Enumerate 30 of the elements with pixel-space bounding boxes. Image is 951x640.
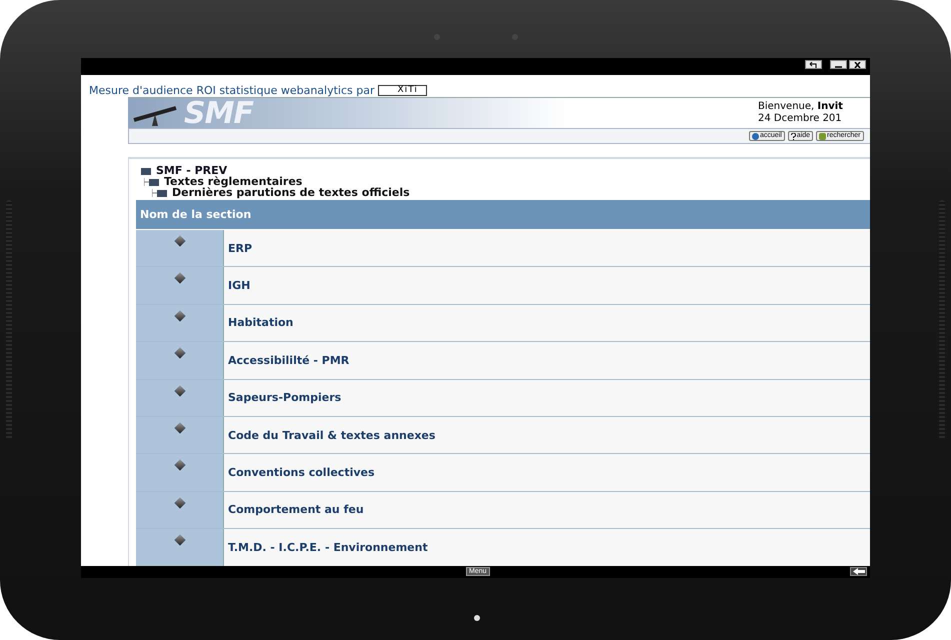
section-link[interactable]: Comportement au feu (228, 503, 364, 516)
date-text: 24 Dcembre 201 (758, 113, 843, 125)
back-button[interactable] (805, 60, 822, 69)
section-link[interactable]: ERP (228, 242, 252, 255)
return-arrow-icon (809, 62, 818, 68)
section-link[interactable]: Sapeurs-Pompiers (228, 391, 342, 404)
welcome-text: Bienvenue, Invit (758, 101, 843, 113)
help-icon (790, 132, 796, 140)
folder-icon (152, 188, 168, 196)
xiti-badge[interactable]: XiTi (378, 85, 427, 96)
section-link[interactable]: Accessibililté - PMR (228, 354, 350, 367)
breadcrumb-link[interactable]: SMF - PREV (156, 164, 228, 177)
minimize-button[interactable] (830, 60, 847, 69)
close-icon (854, 62, 861, 68)
section-link[interactable]: IGH (228, 279, 250, 292)
section-link[interactable]: Code du Travail & textes annexes (228, 428, 436, 442)
section-link[interactable]: Conventions collectives (228, 466, 375, 480)
logo-text: SMF (184, 96, 253, 130)
back-arrow-icon (852, 568, 864, 575)
breadcrumb-link[interactable]: Dernières parutions de textes officiels (172, 186, 410, 199)
globe-icon (752, 132, 759, 140)
tracker-text: Mesure d'audience ROI statistique webanalytics par (89, 84, 374, 97)
home-dot-icon (474, 615, 480, 621)
section-link[interactable]: T.M.D. - I.C.P.E. - Environnement (228, 540, 428, 554)
section-link[interactable]: Habitation (228, 316, 294, 330)
back-button[interactable] (850, 567, 867, 576)
breadcrumb-link[interactable]: Textes règlementaires (164, 175, 302, 188)
folder-icon (144, 178, 160, 186)
column-header: Nom de la section (136, 200, 870, 230)
close-button[interactable] (849, 60, 866, 69)
